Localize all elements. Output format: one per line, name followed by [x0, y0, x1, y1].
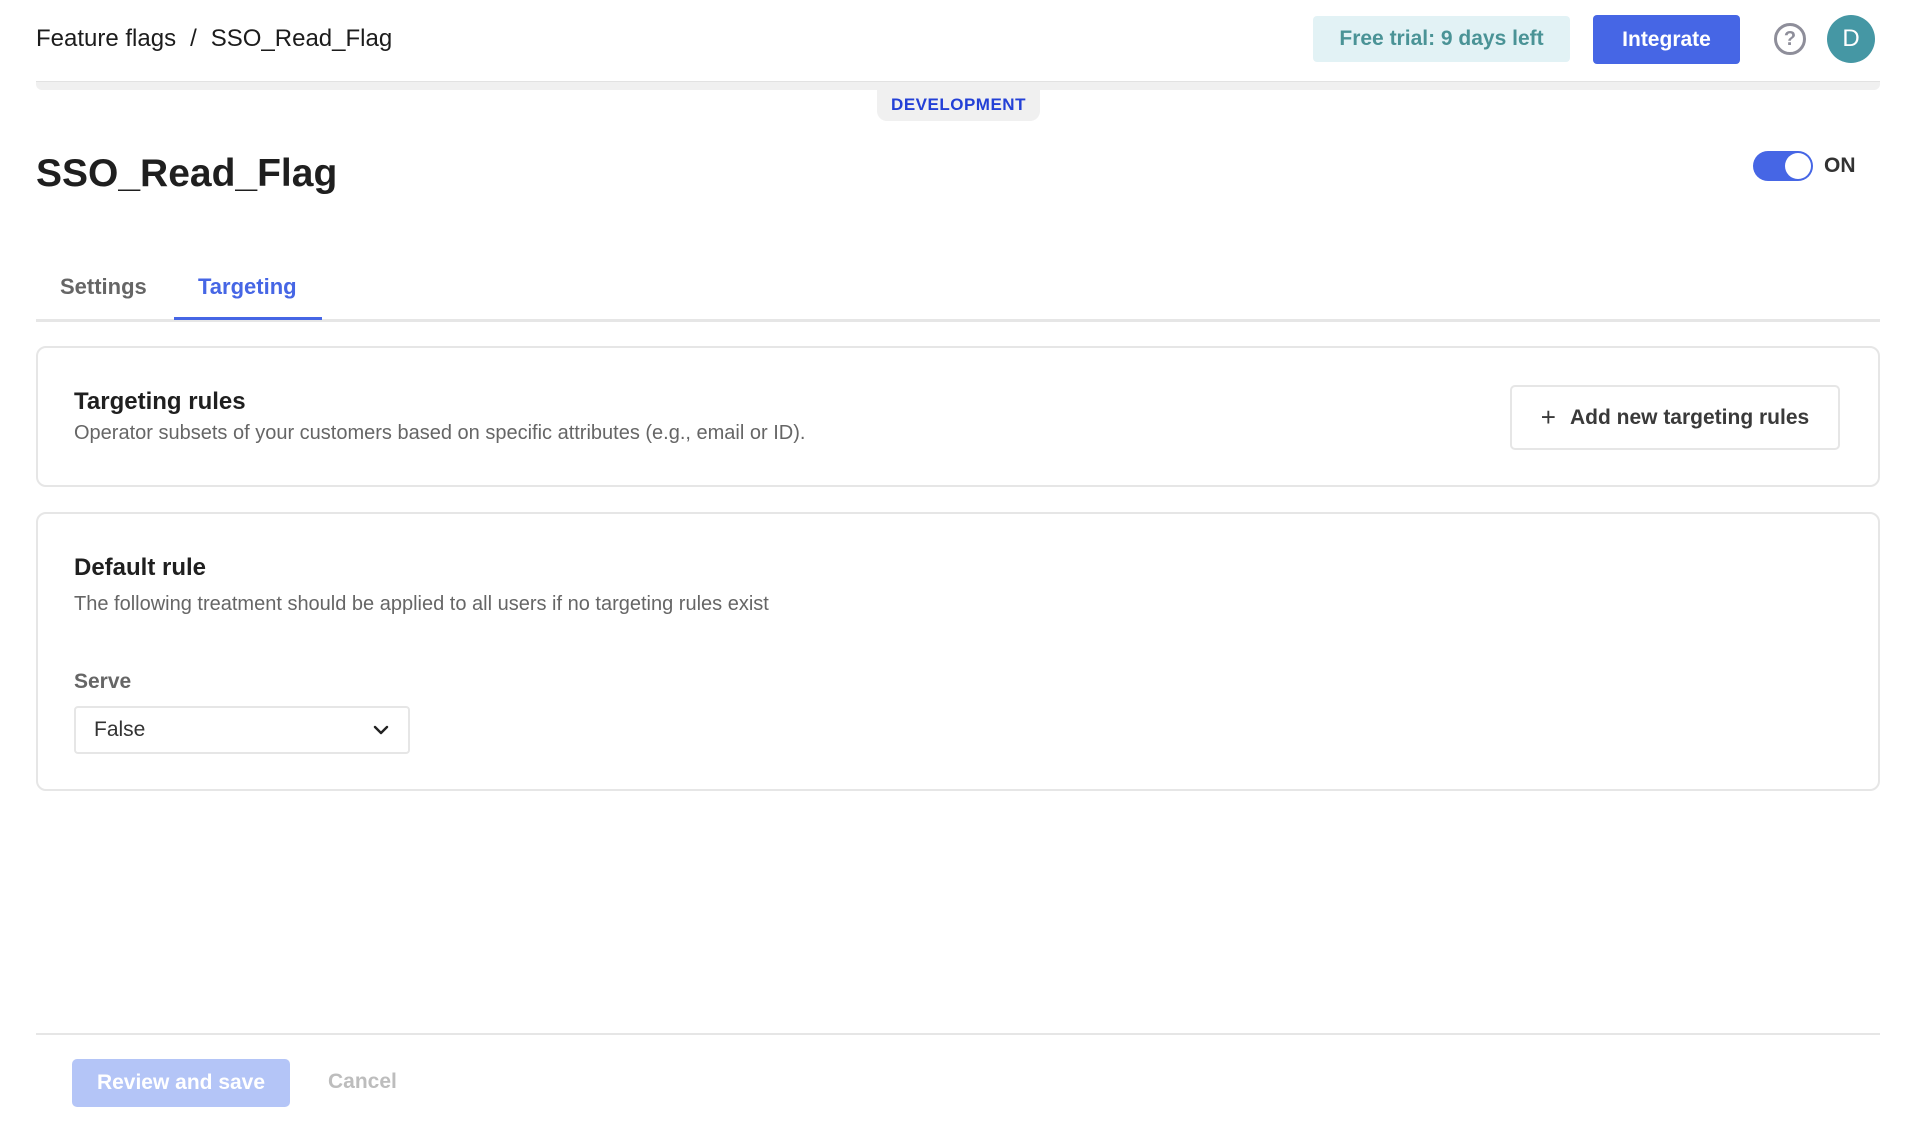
- targeting-rules-description: Operator subsets of your customers based…: [74, 422, 806, 444]
- footer-divider: [36, 1033, 1880, 1035]
- cancel-button[interactable]: Cancel: [328, 1070, 397, 1094]
- tab-bar: Settings Targeting: [36, 262, 1880, 322]
- flag-toggle[interactable]: [1753, 151, 1813, 181]
- free-trial-badge[interactable]: Free trial: 9 days left: [1313, 16, 1570, 62]
- serve-select-value: False: [94, 718, 146, 741]
- top-bar: Feature flags / SSO_Read_Flag Free trial…: [0, 0, 1910, 80]
- breadcrumb-feature-flags-link[interactable]: Feature flags: [36, 25, 176, 53]
- toggle-state-label: ON: [1824, 154, 1856, 177]
- toggle-knob: [1785, 153, 1811, 179]
- breadcrumb-current: SSO_Read_Flag: [210, 25, 393, 52]
- tab-settings[interactable]: Settings: [60, 274, 147, 300]
- integrate-button[interactable]: Integrate: [1593, 15, 1740, 64]
- default-rule-title: Default rule: [74, 554, 207, 581]
- chevron-down-icon: [373, 725, 389, 735]
- breadcrumb-separator: /: [190, 25, 197, 52]
- add-targeting-rules-button[interactable]: + Add new targeting rules: [1510, 385, 1840, 450]
- breadcrumb: Feature flags / SSO_Read_Flag: [36, 25, 392, 53]
- environment-badge: DEVELOPMENT: [877, 88, 1040, 121]
- targeting-rules-title: Targeting rules: [74, 388, 246, 415]
- tab-targeting[interactable]: Targeting: [198, 274, 297, 300]
- page-title: SSO_Read_Flag: [36, 152, 338, 195]
- review-and-save-button[interactable]: Review and save: [72, 1059, 290, 1107]
- help-icon[interactable]: ?: [1774, 23, 1806, 55]
- targeting-rules-card: Targeting rules Operator subsets of your…: [36, 346, 1880, 487]
- default-rule-description: The following treatment should be applie…: [74, 593, 769, 615]
- default-rule-card: Default rule The following treatment sho…: [36, 512, 1880, 791]
- active-tab-indicator: [174, 317, 322, 320]
- serve-select[interactable]: False: [74, 706, 410, 754]
- user-avatar[interactable]: D: [1827, 15, 1875, 63]
- serve-label: Serve: [74, 670, 132, 693]
- add-targeting-rules-label: Add new targeting rules: [1569, 405, 1810, 429]
- plus-icon: +: [1540, 402, 1556, 432]
